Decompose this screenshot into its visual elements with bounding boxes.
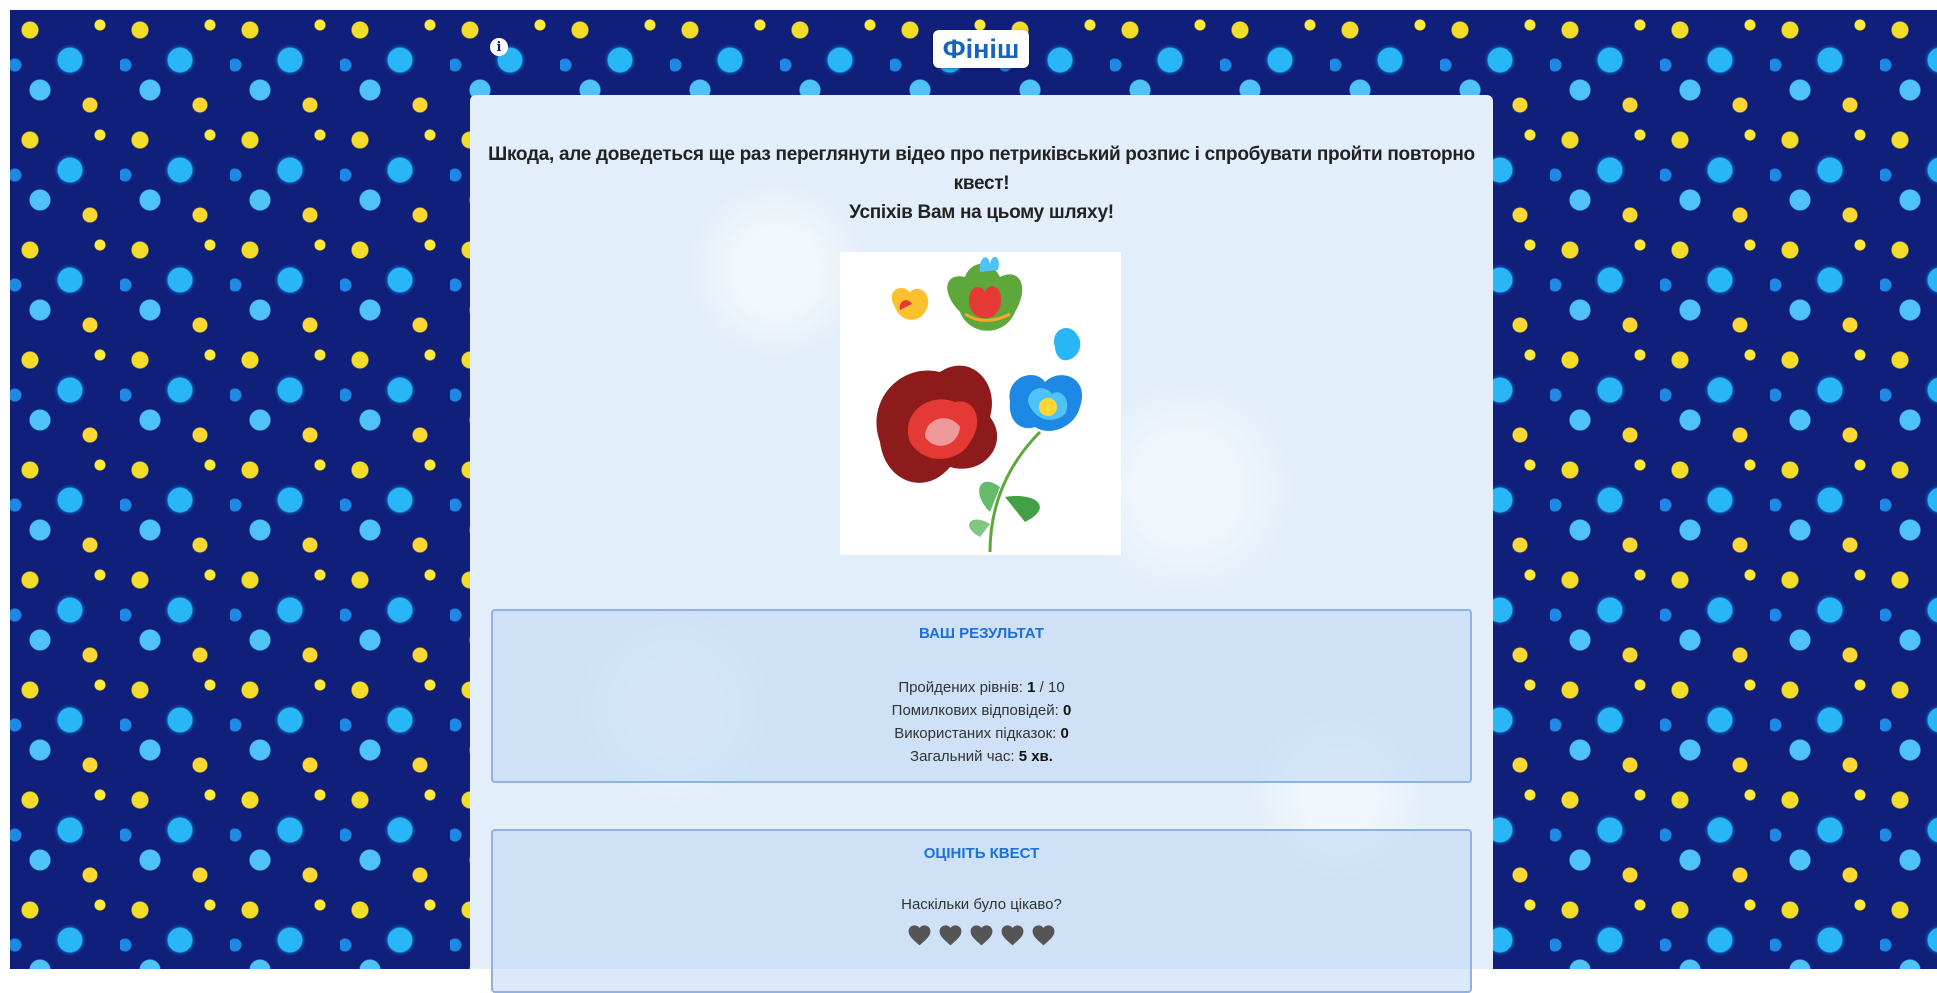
info-icon[interactable]: i [490, 38, 508, 56]
result-stats: Пройдених рівнів: 1 / 10 Помилкових відп… [493, 676, 1470, 768]
message-line-1: Шкода, але доведеться ще раз переглянути… [488, 144, 1475, 194]
heart-icon[interactable] [1000, 923, 1025, 947]
heart-icon[interactable] [907, 923, 932, 947]
errors-value: 0 [1062, 702, 1072, 719]
rating-hearts [493, 923, 1470, 947]
time-label: Загальний час: [910, 748, 1015, 765]
heart-icon[interactable] [938, 923, 963, 947]
hints-row: Використаних підказок: 0 [493, 722, 1470, 745]
finish-message: Шкода, але доведеться ще раз переглянути… [470, 140, 1493, 227]
result-section: ВАШ РЕЗУЛЬТАТ Пройдених рівнів: 1 / 10 П… [491, 609, 1472, 783]
rating-section: ОЦІНІТЬ КВЕСТ Наскільки було цікаво? [491, 829, 1472, 993]
heart-icon[interactable] [1031, 923, 1056, 947]
heart-icon[interactable] [969, 923, 994, 947]
finish-panel: Шкода, але доведеться ще раз переглянути… [470, 95, 1493, 993]
message-line-2: Успіхів Вам на цьому шляху! [849, 202, 1114, 223]
result-title: ВАШ РЕЗУЛЬТАТ [918, 625, 1044, 642]
hints-value: 0 [1060, 725, 1069, 742]
errors-row: Помилкових відповідей: 0 [493, 699, 1470, 722]
levels-total: / 10 [1035, 679, 1065, 696]
time-row: Загальний час: 5 хв. [493, 745, 1470, 768]
rating-title: ОЦІНІТЬ КВЕСТ [923, 845, 1040, 862]
time-value: 5 хв. [1018, 748, 1053, 765]
petrykivka-flower-image [840, 252, 1121, 555]
rating-question: Наскільки було цікаво? [901, 896, 1062, 913]
levels-label: Пройдених рівнів: [898, 679, 1023, 696]
hints-label: Використаних підказок: [894, 725, 1057, 742]
errors-label: Помилкових відповідей: [891, 702, 1059, 719]
levels-row: Пройдених рівнів: 1 / 10 [493, 676, 1470, 699]
levels-value: 1 [1027, 679, 1036, 696]
page-title: Фініш [933, 30, 1029, 68]
